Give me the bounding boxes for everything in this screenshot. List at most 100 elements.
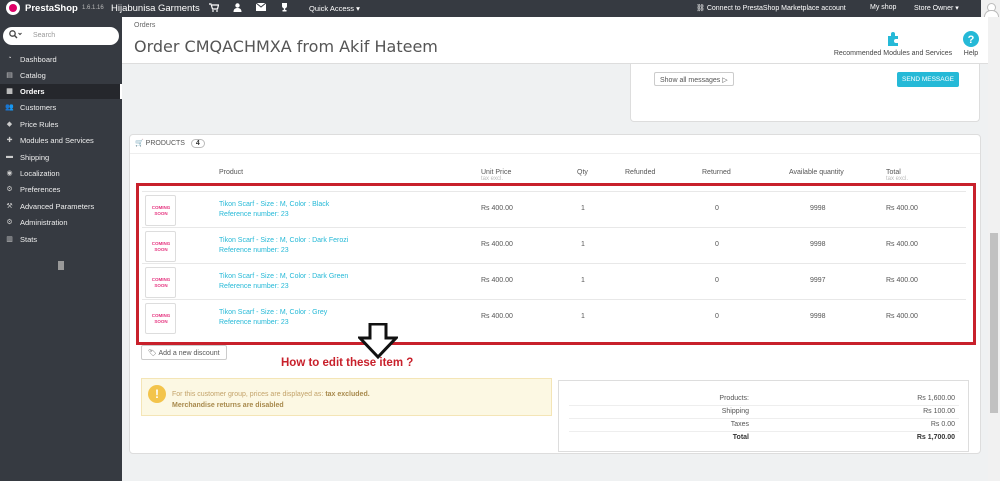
alert-returns-line: Merchandise returns are disabled: [172, 402, 284, 409]
sidebar-item-label: Shipping: [20, 153, 50, 162]
sidebar-item-label: Customers: [20, 103, 57, 112]
sidebar-item-advanced-parameters[interactable]: ⚒ Advanced Parameters: [0, 199, 122, 214]
avatar[interactable]: [981, 0, 1000, 18]
sidebar-item-label: Price Rules: [20, 120, 59, 129]
brand-presta: Presta: [25, 3, 55, 14]
sidebar-item-orders[interactable]: ▦ Orders: [0, 84, 122, 99]
shipping-icon: ▬: [6, 153, 13, 160]
unit-price-sublabel: tax excl.: [481, 176, 504, 182]
search-icon[interactable]: [9, 30, 22, 41]
price-rules-icon: ◆: [6, 121, 13, 128]
sidebar-collapse-handle[interactable]: [58, 261, 64, 270]
modules-icon: ✚: [6, 137, 13, 144]
shop-name[interactable]: Hijabunisa Garments: [111, 3, 200, 14]
search-placeholder: Search: [33, 32, 56, 39]
marketplace-connect-link[interactable]: ⛓ Connect to PrestaShop Marketplace acco…: [696, 4, 846, 12]
puzzle-icon: [888, 32, 898, 46]
search-input[interactable]: Search: [3, 27, 119, 45]
dashboard-icon: ◔: [7, 55, 12, 62]
brand-name[interactable]: PrestaShop: [25, 3, 78, 14]
cart-icon: 🛒: [135, 140, 144, 147]
prestashop-logo-icon[interactable]: [6, 1, 20, 15]
sidebar-item-label: Modules and Services: [20, 136, 94, 145]
show-all-messages-button[interactable]: Show all messages ▷: [654, 72, 734, 86]
messages-panel: Show all messages ▷ SEND MESSAGE: [630, 64, 980, 122]
sidebar-item-label: Advanced Parameters: [20, 202, 95, 211]
sidebar-item-label: Localization: [20, 169, 60, 178]
totals-label: Total: [732, 434, 749, 441]
customer-icon[interactable]: [233, 3, 242, 14]
totals-value: Rs 1,600.00: [917, 395, 955, 402]
products-count-badge: 4: [190, 139, 205, 148]
warning-alert: ! For this customer group, prices are di…: [141, 378, 552, 416]
sidebar-item-label: Dashboard: [20, 55, 57, 64]
version-label: 1.6.1.16: [82, 5, 104, 11]
preferences-icon: ⚙: [6, 186, 13, 193]
sidebar-item-customers[interactable]: 👥 Customers: [0, 100, 122, 115]
brand-shop: Shop: [54, 3, 78, 14]
totals-value: Rs 1,700.00: [916, 434, 955, 441]
send-message-button[interactable]: SEND MESSAGE: [897, 72, 959, 87]
divider: [130, 153, 980, 154]
sidebar-item-localization[interactable]: ◉ Localization: [0, 166, 122, 181]
marketplace-connect-label: Connect to PrestaShop Marketplace accoun…: [706, 5, 846, 12]
totals-row-total: Total Rs 1,700.00: [569, 432, 959, 445]
message-icon[interactable]: [255, 2, 267, 13]
trophy-icon[interactable]: [280, 3, 289, 14]
orders-icon: ▦: [6, 88, 13, 95]
totals-label: Taxes: [730, 421, 749, 428]
totals-label: Shipping: [721, 408, 749, 415]
sidebar-item-preferences[interactable]: ⚙ Preferences: [0, 182, 122, 197]
add-discount-label: Add a new discount: [158, 350, 220, 357]
totals-value: Rs 100.00: [923, 408, 955, 415]
totals-row-taxes: Taxes Rs 0.00: [569, 419, 959, 432]
total-sublabel: tax excl.: [886, 176, 909, 182]
my-shop-link[interactable]: My shop: [870, 4, 896, 11]
store-owner-dropdown[interactable]: Store Owner ▾: [914, 4, 959, 12]
recommended-modules-button[interactable]: Recommended Modules and Services: [830, 31, 956, 57]
annotation-question: How to edit these item ?: [281, 357, 414, 369]
totals-row-shipping: Shipping Rs 100.00: [569, 406, 959, 419]
column-header-available-quantity: Available quantity: [789, 169, 844, 176]
top-navigation-bar: PrestaShop 1.6.1.16 Hijabunisa Garments …: [0, 0, 1000, 18]
discount-icon: 🏷: [148, 350, 159, 357]
highlight-annotation-box: [136, 183, 976, 345]
customers-icon: 👥: [5, 104, 14, 111]
administration-icon: ⚙: [6, 219, 13, 226]
alert-tax-text: For this customer group, prices are disp…: [172, 391, 324, 398]
cart-icon[interactable]: [209, 3, 220, 14]
page-header: Orders Order CMQACHMXA from Akif Hateem …: [122, 17, 990, 64]
page-scrollbar[interactable]: [988, 17, 1000, 481]
sidebar-item-label: Preferences: [20, 185, 61, 194]
down-arrow-icon: [358, 323, 398, 359]
order-totals-panel: Products: Rs 1,600.00 Shipping Rs 100.00…: [558, 380, 969, 452]
unit-price-label: Unit Price: [481, 169, 512, 176]
products-heading-label: PRODUCTS: [145, 140, 185, 147]
column-header-refunded: Refunded: [625, 169, 656, 176]
column-header-returned: Returned: [702, 169, 731, 176]
column-header-product: Product: [219, 169, 244, 176]
sidebar-item-price-rules[interactable]: ◆ Price Rules: [0, 117, 122, 132]
breadcrumb[interactable]: Orders: [134, 22, 155, 29]
products-heading: 🛒 PRODUCTS 4: [135, 139, 205, 148]
quick-access-dropdown[interactable]: Quick Access ▾: [309, 4, 360, 13]
link-icon: ⛓: [696, 5, 707, 12]
sidebar-item-administration[interactable]: ⚙ Administration: [0, 215, 122, 230]
sidebar-item-dashboard[interactable]: ◔ Dashboard: [0, 52, 122, 67]
sidebar-item-catalog[interactable]: ▤ Catalog: [0, 68, 122, 83]
sidebar-item-modules[interactable]: ✚ Modules and Services: [0, 133, 122, 148]
sidebar-item-label: Catalog: [20, 71, 46, 80]
totals-label: Products:: [719, 395, 749, 402]
localization-icon: ◉: [6, 170, 13, 177]
sidebar-item-shipping[interactable]: ▬ Shipping: [0, 150, 122, 165]
total-label: Total: [886, 169, 901, 176]
help-icon: ?: [963, 31, 979, 47]
stats-icon: ▥: [6, 236, 13, 243]
sidebar-item-stats[interactable]: ▥ Stats: [0, 232, 122, 247]
help-label: Help: [963, 50, 979, 57]
help-button[interactable]: ? Help: [960, 31, 982, 57]
sidebar-item-label: Orders: [20, 87, 45, 96]
scrollbar-thumb[interactable]: [990, 233, 998, 413]
add-discount-button[interactable]: 🏷 Add a new discount: [141, 345, 227, 360]
page-title: Order CMQACHMXA from Akif Hateem: [134, 37, 438, 56]
